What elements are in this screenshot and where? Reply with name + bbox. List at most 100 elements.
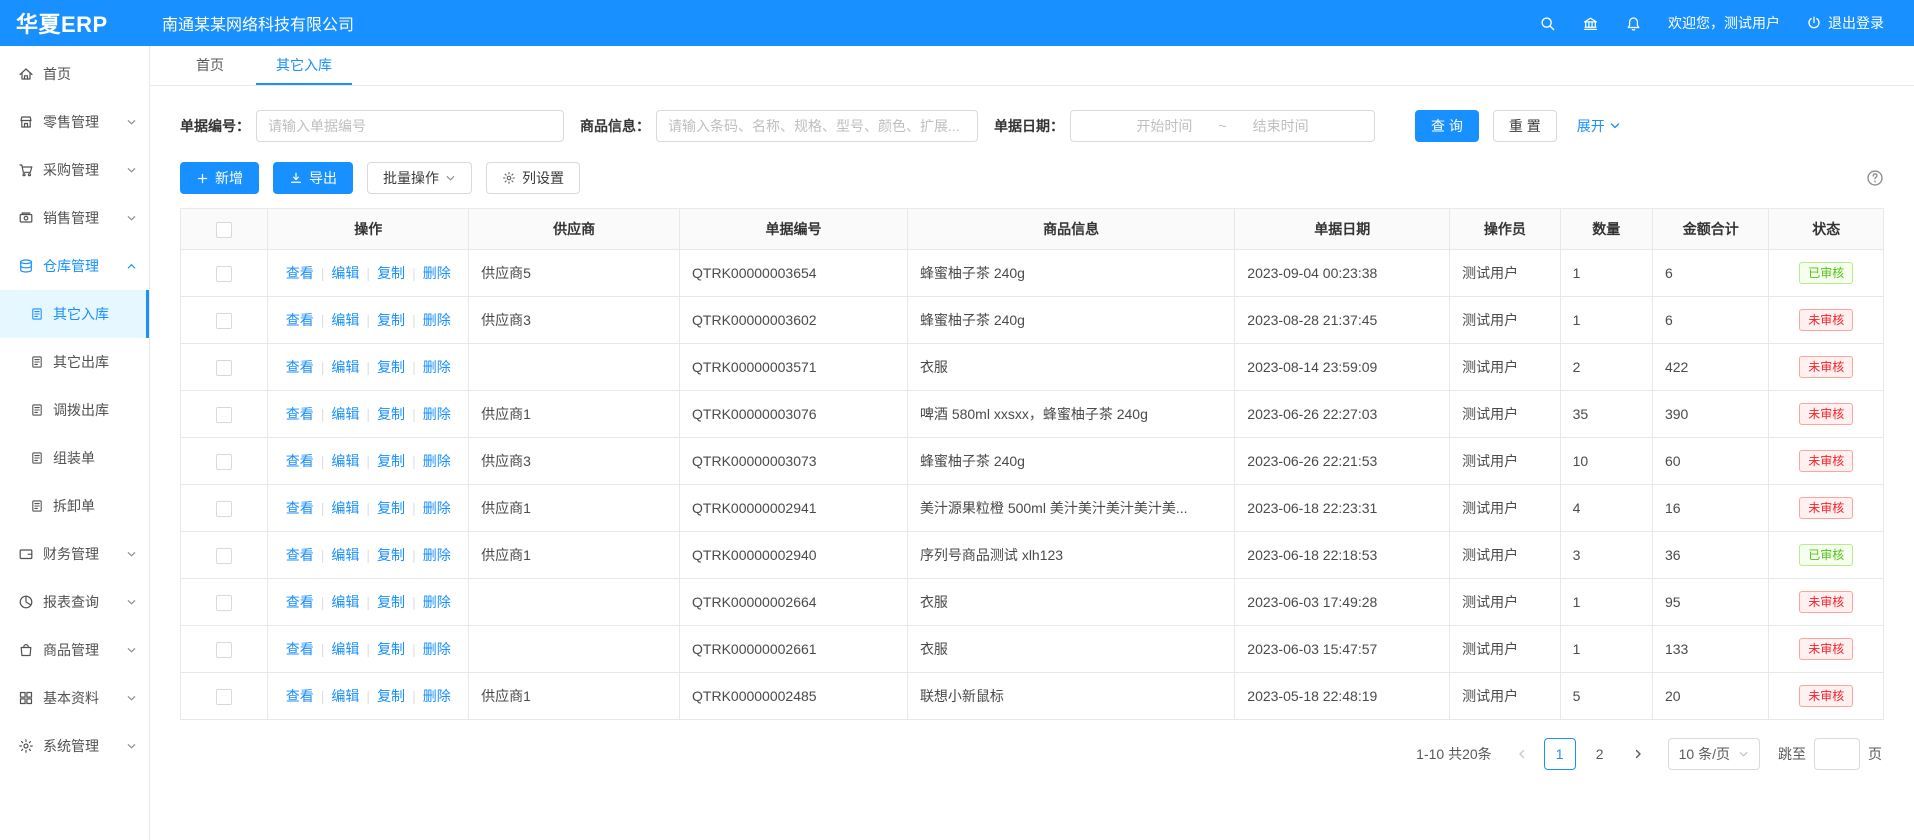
delete-link[interactable]: 删除 bbox=[423, 688, 451, 704]
status-badge: 未审核 bbox=[1799, 685, 1853, 707]
copy-link[interactable]: 复制 bbox=[377, 359, 405, 375]
logout-button[interactable]: 退出登录 bbox=[1806, 13, 1884, 33]
sidebar-item-assembly-order[interactable]: 组装单 bbox=[0, 434, 149, 482]
edit-link[interactable]: 编辑 bbox=[331, 359, 359, 375]
filter-doc-no: 单据编号： bbox=[180, 110, 564, 142]
sidebar-item-retail[interactable]: 零售管理 bbox=[0, 98, 149, 146]
edit-link[interactable]: 编辑 bbox=[331, 406, 359, 422]
copy-link[interactable]: 复制 bbox=[377, 265, 405, 281]
delete-link[interactable]: 删除 bbox=[423, 359, 451, 375]
row-checkbox[interactable] bbox=[216, 642, 232, 658]
view-link[interactable]: 查看 bbox=[286, 688, 314, 704]
delete-link[interactable]: 删除 bbox=[423, 594, 451, 610]
edit-link[interactable]: 编辑 bbox=[331, 547, 359, 563]
copy-link[interactable]: 复制 bbox=[377, 500, 405, 516]
sidebar-item-home[interactable]: 首页 bbox=[0, 50, 149, 98]
prev-page-icon[interactable] bbox=[1508, 738, 1536, 770]
sidebar-item-other-outbound[interactable]: 其它出库 bbox=[0, 338, 149, 386]
edit-link[interactable]: 编辑 bbox=[331, 453, 359, 469]
row-checkbox[interactable] bbox=[216, 407, 232, 423]
delete-link[interactable]: 删除 bbox=[423, 406, 451, 422]
delete-link[interactable]: 删除 bbox=[423, 453, 451, 469]
operator-cell: 测试用户 bbox=[1450, 673, 1560, 720]
column-header: 金额合计 bbox=[1652, 209, 1768, 250]
copy-link[interactable]: 复制 bbox=[377, 312, 405, 328]
copy-link[interactable]: 复制 bbox=[377, 641, 405, 657]
page-size-select[interactable]: 10 条/页 bbox=[1668, 738, 1760, 770]
add-button[interactable]: 新增 bbox=[180, 162, 259, 194]
edit-link[interactable]: 编辑 bbox=[331, 688, 359, 704]
batch-actions-button[interactable]: 批量操作 bbox=[367, 162, 472, 194]
view-link[interactable]: 查看 bbox=[286, 265, 314, 281]
search-icon[interactable] bbox=[1539, 15, 1556, 32]
expand-filters-link[interactable]: 展开 bbox=[1577, 116, 1621, 136]
view-link[interactable]: 查看 bbox=[286, 500, 314, 516]
view-link[interactable]: 查看 bbox=[286, 453, 314, 469]
sidebar-item-basic[interactable]: 基本资料 bbox=[0, 674, 149, 722]
app-logo[interactable]: 华夏ERP bbox=[0, 7, 150, 39]
edit-link[interactable]: 编辑 bbox=[331, 312, 359, 328]
view-link[interactable]: 查看 bbox=[286, 547, 314, 563]
sidebar-item-transfer-outbound[interactable]: 调拨出库 bbox=[0, 386, 149, 434]
sidebar-item-system[interactable]: 系统管理 bbox=[0, 722, 149, 770]
sidebar-item-disassembly-order[interactable]: 拆卸单 bbox=[0, 482, 149, 530]
edit-link[interactable]: 编辑 bbox=[331, 641, 359, 657]
bank-icon[interactable] bbox=[1582, 15, 1599, 32]
sidebar-item-report[interactable]: 报表查询 bbox=[0, 578, 149, 626]
sidebar-item-other-inbound[interactable]: 其它入库 bbox=[0, 290, 149, 338]
column-settings-button[interactable]: 列设置 bbox=[486, 162, 580, 194]
status-badge: 已审核 bbox=[1799, 544, 1853, 566]
edit-link[interactable]: 编辑 bbox=[331, 500, 359, 516]
row-checkbox[interactable] bbox=[216, 266, 232, 282]
view-link[interactable]: 查看 bbox=[286, 312, 314, 328]
row-checkbox[interactable] bbox=[216, 360, 232, 376]
copy-link[interactable]: 复制 bbox=[377, 453, 405, 469]
tab-other-inbound[interactable]: 其它入库 bbox=[256, 46, 352, 85]
row-checkbox[interactable] bbox=[216, 595, 232, 611]
operator-cell: 测试用户 bbox=[1450, 250, 1560, 297]
row-checkbox[interactable] bbox=[216, 689, 232, 705]
delete-link[interactable]: 删除 bbox=[423, 500, 451, 516]
tab-home[interactable]: 首页 bbox=[176, 46, 244, 85]
actions-cell: 查看|编辑|复制|删除 bbox=[268, 532, 469, 579]
date-range-picker[interactable]: 开始时间 ~ 结束时间 bbox=[1070, 110, 1375, 142]
sidebar-item-label: 组装单 bbox=[53, 448, 95, 468]
copy-link[interactable]: 复制 bbox=[377, 594, 405, 610]
page-button-2[interactable]: 2 bbox=[1584, 738, 1616, 770]
product-input[interactable] bbox=[656, 110, 978, 142]
sidebar-item-sales[interactable]: 销售管理 bbox=[0, 194, 149, 242]
reset-button[interactable]: 重 置 bbox=[1493, 110, 1557, 142]
sidebar-item-goods[interactable]: 商品管理 bbox=[0, 626, 149, 674]
welcome-user[interactable]: 欢迎您，测试用户 bbox=[1668, 13, 1780, 33]
view-link[interactable]: 查看 bbox=[286, 406, 314, 422]
sidebar-item-finance[interactable]: 财务管理 bbox=[0, 530, 149, 578]
page-button-1[interactable]: 1 bbox=[1544, 738, 1576, 770]
copy-link[interactable]: 复制 bbox=[377, 547, 405, 563]
copy-link[interactable]: 复制 bbox=[377, 688, 405, 704]
search-button[interactable]: 查 询 bbox=[1415, 110, 1479, 142]
help-icon[interactable] bbox=[1866, 169, 1884, 187]
view-link[interactable]: 查看 bbox=[286, 359, 314, 375]
row-checkbox[interactable] bbox=[216, 454, 232, 470]
delete-link[interactable]: 删除 bbox=[423, 265, 451, 281]
copy-link[interactable]: 复制 bbox=[377, 406, 405, 422]
next-page-icon[interactable] bbox=[1624, 738, 1652, 770]
doc-no-input[interactable] bbox=[256, 110, 564, 142]
amount-cell: 16 bbox=[1652, 485, 1768, 532]
edit-link[interactable]: 编辑 bbox=[331, 594, 359, 610]
delete-link[interactable]: 删除 bbox=[423, 547, 451, 563]
select-all-checkbox[interactable] bbox=[216, 222, 232, 238]
edit-link[interactable]: 编辑 bbox=[331, 265, 359, 281]
view-link[interactable]: 查看 bbox=[286, 641, 314, 657]
jump-page-input[interactable] bbox=[1814, 738, 1860, 770]
delete-link[interactable]: 删除 bbox=[423, 312, 451, 328]
row-checkbox[interactable] bbox=[216, 501, 232, 517]
view-link[interactable]: 查看 bbox=[286, 594, 314, 610]
export-button[interactable]: 导出 bbox=[273, 162, 353, 194]
row-checkbox[interactable] bbox=[216, 313, 232, 329]
row-checkbox[interactable] bbox=[216, 548, 232, 564]
bell-icon[interactable] bbox=[1625, 15, 1642, 32]
delete-link[interactable]: 删除 bbox=[423, 641, 451, 657]
sidebar-item-warehouse[interactable]: 仓库管理 bbox=[0, 242, 149, 290]
sidebar-item-purchase[interactable]: 采购管理 bbox=[0, 146, 149, 194]
